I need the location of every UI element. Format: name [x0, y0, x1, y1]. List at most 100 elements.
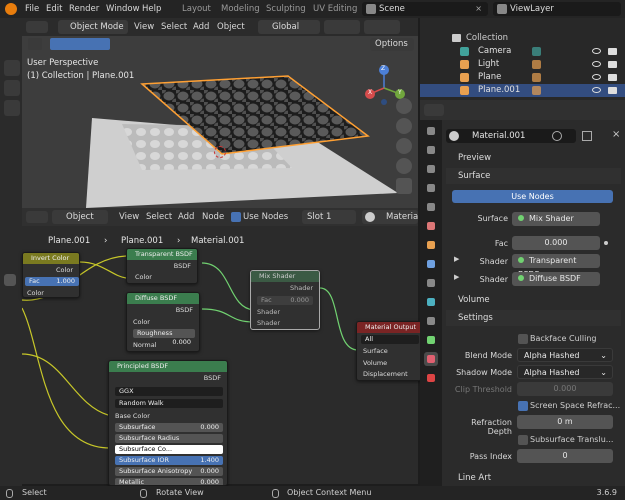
node-material-output[interactable]: Material Output All Surface Volume Displ… — [356, 321, 422, 381]
ssr-checkbox[interactable] — [518, 401, 528, 411]
viewport-menu-object[interactable]: Object — [217, 20, 245, 34]
shadow-mode-dropdown[interactable]: Alpha Hashed ⌄ — [517, 365, 613, 379]
tab-sculpting[interactable]: Sculpting — [263, 2, 309, 16]
modifier-tab-icon[interactable] — [424, 257, 438, 271]
node-principled-bsdf[interactable]: Principled BSDF BSDF GGX Random Walk Bas… — [108, 360, 228, 486]
options-dropdown[interactable]: Options — [370, 38, 414, 51]
unlink-icon[interactable]: × — [612, 129, 620, 140]
ne-menu-select[interactable]: Select — [146, 210, 172, 224]
render-camera-icon[interactable] — [608, 87, 617, 94]
viewlayer-selector[interactable]: ViewLayer — [493, 2, 621, 16]
material-tab-icon[interactable] — [424, 352, 438, 366]
editor-type-icon[interactable] — [26, 21, 48, 33]
principled-input-row[interactable]: Subsurface Co... — [115, 445, 223, 454]
tool-tab-icon[interactable] — [424, 124, 438, 138]
render-camera-icon[interactable] — [608, 61, 617, 68]
pass-index-field[interactable]: 0 — [517, 449, 613, 463]
node-mix-shader[interactable]: Mix Shader Shader Fac 0.000 Shader Shader — [250, 270, 320, 330]
zoom-icon[interactable] — [396, 98, 412, 114]
render-camera-icon[interactable] — [608, 74, 617, 81]
mix-fac-field[interactable]: Fac 0.000 — [257, 296, 313, 305]
subsurface-method-dropdown[interactable]: Random Walk — [115, 399, 223, 408]
duplicate-icon[interactable] — [582, 131, 592, 141]
visibility-eye-icon[interactable] — [592, 74, 601, 80]
use-nodes-checkbox[interactable] — [231, 212, 241, 222]
data-tab-icon[interactable] — [424, 333, 438, 347]
hand-pan-icon[interactable] — [396, 118, 412, 134]
menu-help[interactable]: Help — [139, 2, 164, 16]
outliner-collection-row[interactable]: Collection — [444, 32, 624, 44]
breadcrumb-item[interactable]: Material.001 — [191, 236, 244, 246]
snap-icon[interactable] — [324, 20, 360, 34]
menu-window[interactable]: Window — [103, 2, 143, 16]
scene-tab-icon[interactable] — [424, 200, 438, 214]
object-mode-dropdown[interactable]: Object Mode — [58, 20, 128, 34]
viewport-menu-select[interactable]: Select — [161, 20, 187, 34]
object-tab-icon[interactable] — [424, 238, 438, 252]
particles-tab-icon[interactable] — [424, 276, 438, 290]
clip-threshold-field[interactable]: 0.000 — [517, 382, 613, 396]
fake-user-icon[interactable] — [552, 131, 562, 141]
section-line-art[interactable]: Line Art — [446, 470, 621, 486]
ne-editor-type-icon[interactable] — [26, 211, 48, 223]
use-nodes-button[interactable]: Use Nodes — [452, 190, 613, 203]
tool-move-icon[interactable] — [4, 80, 20, 96]
hand-icon[interactable] — [4, 274, 16, 286]
shader1-field[interactable]: Transparent BSDF — [512, 254, 600, 279]
output-target-dropdown[interactable]: All — [361, 335, 419, 344]
scene-close-icon[interactable]: × — [475, 2, 482, 16]
tool-select-box[interactable] — [28, 38, 42, 50]
outliner-row[interactable]: Light — [420, 58, 625, 71]
menu-render[interactable]: Render — [66, 2, 102, 16]
viewport-menu-view[interactable]: View — [134, 20, 154, 34]
render-tab-icon[interactable] — [424, 143, 438, 157]
pin-icon[interactable] — [604, 104, 616, 116]
outliner-row[interactable]: Camera — [420, 45, 625, 58]
breadcrumb-item[interactable]: Plane.001 — [121, 236, 163, 246]
invert-fac-field[interactable]: Fac 1.000 — [25, 277, 79, 286]
backface-culling-checkbox[interactable] — [518, 334, 528, 344]
menu-file[interactable]: File — [22, 2, 42, 16]
physics-tab-icon[interactable] — [424, 295, 438, 309]
principled-input-row[interactable]: Subsurface IOR 1.400 — [115, 456, 223, 465]
node-diffuse-bsdf[interactable]: Diffuse BSDF BSDF Color Roughness 0.000 N… — [126, 292, 200, 352]
render-camera-icon[interactable] — [608, 48, 617, 55]
tab-uv-editing[interactable]: UV Editing — [310, 2, 360, 16]
properties-search-icon[interactable] — [424, 104, 444, 116]
visibility-eye-icon[interactable] — [592, 61, 601, 67]
texture-tab-icon[interactable] — [424, 371, 438, 385]
menu-edit[interactable]: Edit — [43, 2, 65, 16]
node-invert-color[interactable]: Invert Color Color Fac 1.000 Color — [22, 252, 80, 298]
node-transparent-bsdf[interactable]: Transparent BSDF BSDF Color — [126, 248, 198, 284]
ne-menu-view[interactable]: View — [119, 210, 139, 224]
blender-logo-icon[interactable] — [5, 3, 17, 15]
ne-menu-node[interactable]: Node — [202, 210, 224, 224]
scene-selector[interactable]: Scene × — [362, 2, 488, 16]
ne-menu-add[interactable]: Add — [178, 210, 194, 224]
outliner-row[interactable]: Plane.001 — [420, 84, 625, 97]
fac-field[interactable]: 0.000 — [512, 236, 600, 250]
world-tab-icon[interactable] — [424, 219, 438, 233]
slot-dropdown[interactable]: Slot 1 — [302, 210, 356, 224]
visibility-eye-icon[interactable] — [592, 48, 601, 54]
output-tab-icon[interactable] — [424, 162, 438, 176]
camera-view-icon[interactable] — [396, 138, 412, 154]
section-volume[interactable]: Volume — [446, 292, 621, 308]
section-settings[interactable]: Settings — [446, 310, 621, 326]
breadcrumb-item[interactable]: Plane.001 — [48, 236, 90, 246]
visibility-eye-icon[interactable] — [592, 87, 601, 93]
viewport-menu-add[interactable]: Add — [193, 20, 209, 34]
outliner-row[interactable]: Plane — [420, 71, 625, 84]
tool-cursor-icon[interactable] — [4, 60, 20, 76]
grid-icon[interactable] — [396, 178, 412, 194]
sss-translucency-checkbox[interactable] — [518, 435, 528, 445]
distribution-dropdown[interactable]: GGX — [115, 387, 223, 396]
shader-type-dropdown[interactable]: Object — [52, 210, 108, 224]
principled-input-row[interactable]: Subsurface Radius — [115, 434, 223, 443]
proportional-edit-icon[interactable] — [364, 20, 400, 34]
tool-rotate-icon[interactable] — [4, 100, 20, 116]
principled-input-row[interactable]: Subsurface Anisotropy 0.000 — [115, 467, 223, 476]
material-browse-field[interactable]: Material.0 — [362, 210, 418, 224]
tab-layout[interactable]: Layout — [179, 2, 214, 16]
section-preview[interactable]: Preview — [446, 150, 621, 166]
